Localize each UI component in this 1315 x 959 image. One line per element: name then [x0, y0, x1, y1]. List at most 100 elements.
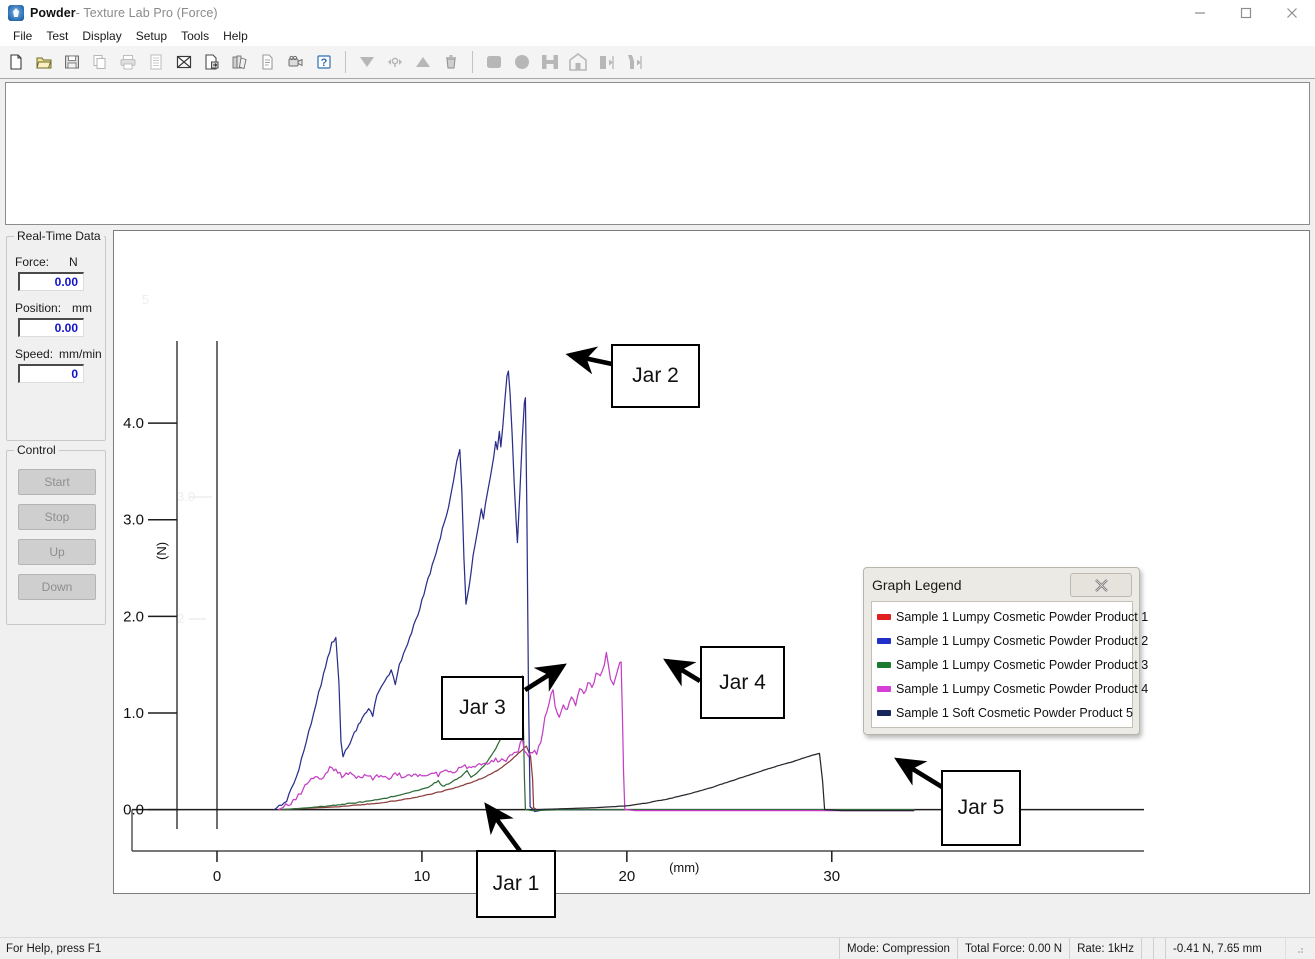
graph-plot-area[interactable]: 53.020.01.02.03.04.0(N)(N)0102030(mm) — [113, 230, 1310, 894]
svg-text:2.0: 2.0 — [123, 608, 144, 625]
move-right-icon[interactable] — [622, 50, 646, 74]
status-mode: Mode: Compression — [839, 937, 957, 959]
application-window: Powder- Texture Lab Pro (Force) File Tes… — [0, 0, 1315, 959]
legend-entry[interactable]: Sample 1 Lumpy Cosmetic Powder Product 1 — [872, 605, 1148, 629]
legend-entry[interactable]: Sample 1 Lumpy Cosmetic Powder Product 2 — [872, 629, 1148, 653]
toolbar-group-file: ? — [0, 46, 340, 79]
trash-icon[interactable] — [439, 50, 463, 74]
svg-text:?: ? — [321, 57, 328, 69]
open-folder-icon[interactable] — [32, 50, 56, 74]
legend-entry-label: Sample 1 Soft Cosmetic Powder Product 5 — [896, 706, 1133, 720]
new-document-icon[interactable] — [4, 50, 28, 74]
svg-text:10: 10 — [414, 868, 431, 885]
menu-item-setup[interactable]: Setup — [129, 27, 174, 45]
force-value-field[interactable]: 0.00 — [18, 272, 84, 291]
print-icon[interactable] — [116, 50, 140, 74]
menu-item-display[interactable]: Display — [75, 27, 128, 45]
print-preview-icon[interactable] — [144, 50, 168, 74]
close-icon — [1094, 578, 1108, 592]
menu-item-help[interactable]: Help — [216, 27, 255, 45]
triangle-down-icon[interactable] — [355, 50, 379, 74]
export-document-icon[interactable] — [200, 50, 224, 74]
legend-entry[interactable]: Sample 1 Lumpy Cosmetic Powder Product 4 — [872, 677, 1148, 701]
svg-text:0: 0 — [213, 868, 221, 885]
position-value-field[interactable]: 0.00 — [18, 318, 84, 337]
force-distance-chart: 53.020.01.02.03.04.0(N)(N)0102030(mm) — [123, 292, 1144, 885]
stop-button[interactable]: Stop — [18, 504, 96, 530]
report-icon[interactable] — [256, 50, 280, 74]
series-line-5 — [536, 752, 915, 812]
legend-color-swatch — [877, 614, 891, 620]
title-bar: Powder- Texture Lab Pro (Force) — [0, 0, 1315, 26]
menu-item-file[interactable]: File — [6, 27, 39, 45]
app-name: Powder — [30, 6, 76, 20]
force-label: Force: — [15, 255, 50, 269]
callout-jar-1: Jar 1 — [476, 850, 556, 918]
legend-entry-label: Sample 1 Lumpy Cosmetic Powder Product 4 — [896, 682, 1149, 696]
close-button[interactable] — [1269, 0, 1315, 26]
speed-unit: mm/min — [59, 347, 102, 361]
graph-legend-window[interactable]: Graph Legend Sample 1 Lumpy Cosmetic Pow… — [863, 567, 1148, 735]
minimize-button[interactable] — [1177, 0, 1223, 26]
calibrate-icon[interactable] — [383, 50, 407, 74]
legend-close-button[interactable] — [1070, 573, 1132, 597]
legend-entry-list: Sample 1 Lumpy Cosmetic Powder Product 1… — [871, 601, 1148, 728]
save-disk-icon[interactable] — [60, 50, 84, 74]
realtime-data-group: Real-Time Data Force: N 0.00 Position: m… — [6, 229, 106, 441]
menu-item-tools[interactable]: Tools — [174, 27, 216, 45]
legend-entry[interactable]: Sample 1 Soft Cosmetic Powder Product 5 — [872, 701, 1133, 725]
maximize-button[interactable] — [1223, 0, 1269, 26]
toolbar-separator-1 — [345, 51, 346, 73]
triangle-up-icon[interactable] — [411, 50, 435, 74]
svg-text:20: 20 — [619, 868, 636, 885]
series-line-4 — [277, 651, 915, 812]
copy-icon[interactable] — [88, 50, 112, 74]
status-help-hint: For Help, press F1 — [6, 942, 102, 955]
svg-text:(N): (N) — [154, 542, 169, 560]
position-label: Position: — [15, 301, 62, 315]
control-title: Control — [14, 443, 59, 457]
force-unit: N — [69, 255, 78, 269]
callout-jar-4: Jar 4 — [700, 646, 785, 719]
callout-jar-3: Jar 3 — [441, 676, 524, 740]
export-excel-icon[interactable] — [172, 50, 196, 74]
legend-entry-label: Sample 1 Lumpy Cosmetic Powder Product 2 — [896, 634, 1149, 648]
start-button[interactable]: Start — [18, 469, 96, 495]
callout-jar-5: Jar 5 — [941, 770, 1021, 846]
camera-icon[interactable] — [284, 50, 308, 74]
menu-item-test[interactable]: Test — [39, 27, 75, 45]
move-left-icon[interactable] — [594, 50, 618, 74]
circle-icon[interactable] — [510, 50, 534, 74]
toolbar: ? — [0, 46, 1315, 79]
clamp-icon[interactable] — [538, 50, 562, 74]
legend-color-swatch — [877, 662, 891, 668]
status-spacer-1 — [1141, 937, 1153, 959]
help-question-icon[interactable]: ? — [312, 50, 336, 74]
speed-label: Speed: — [15, 347, 54, 361]
library-icon[interactable] — [228, 50, 252, 74]
home-icon[interactable] — [566, 50, 590, 74]
svg-text:(mm): (mm) — [669, 860, 699, 875]
app-subtitle: - Texture Lab Pro (Force) — [75, 6, 218, 20]
legend-entry-label: Sample 1 Lumpy Cosmetic Powder Product 3 — [896, 658, 1149, 672]
realtime-data-title: Real-Time Data — [14, 229, 104, 243]
legend-entry[interactable]: Sample 1 Lumpy Cosmetic Powder Product 3 — [872, 653, 1148, 677]
svg-text:30: 30 — [823, 868, 840, 885]
resize-grip-icon[interactable] — [1285, 937, 1312, 959]
position-unit: mm — [72, 301, 92, 315]
svg-text:4.0: 4.0 — [123, 415, 144, 432]
test-info-pane — [5, 82, 1310, 225]
graph-legend-title: Graph Legend — [872, 577, 962, 593]
status-rate: Rate: 1kHz — [1069, 937, 1141, 959]
up-button[interactable]: Up — [18, 539, 96, 565]
toolbar-separator-2 — [472, 51, 473, 73]
status-total-force: Total Force: 0.00 N — [956, 937, 1069, 959]
svg-text:1.0: 1.0 — [123, 705, 144, 722]
down-button[interactable]: Down — [18, 574, 96, 600]
control-group: Control Start Stop Up Down — [6, 443, 106, 625]
legend-color-swatch — [877, 686, 891, 692]
svg-text:3.0: 3.0 — [123, 512, 144, 529]
speed-value-field[interactable]: 0 — [18, 364, 84, 383]
callout-jar-2: Jar 2 — [611, 344, 700, 408]
stop-square-icon[interactable] — [482, 50, 506, 74]
